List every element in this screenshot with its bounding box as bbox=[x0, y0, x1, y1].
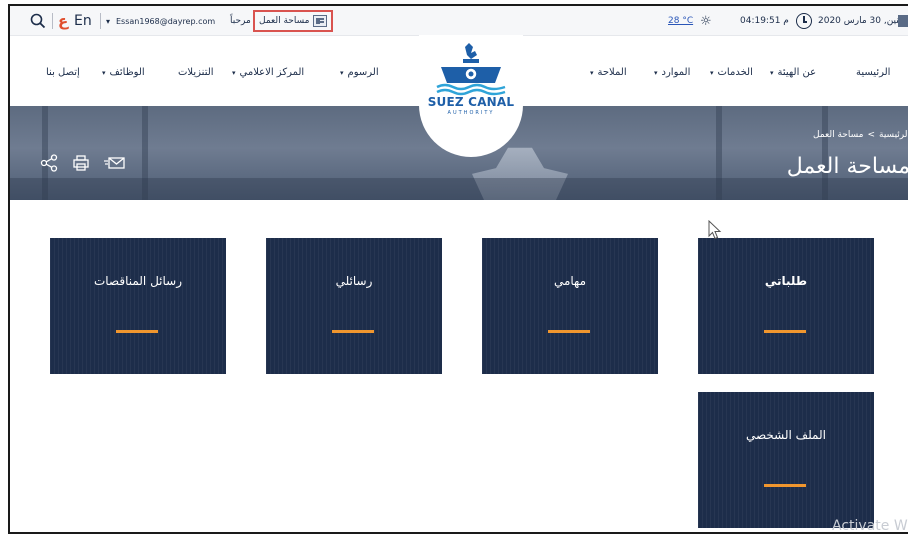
nav-item-jobs[interactable]: ▾ الوظائف bbox=[102, 67, 145, 78]
tile-accent-bar bbox=[116, 330, 158, 333]
nav-item-label: الملاحة bbox=[597, 67, 627, 78]
chevron-down-icon: ▾ bbox=[232, 68, 236, 77]
calendar-icon bbox=[898, 15, 908, 27]
chevron-down-icon: ▾ bbox=[654, 68, 658, 77]
tile-label: طلباتي bbox=[764, 274, 808, 288]
divider bbox=[52, 13, 53, 29]
page-tools bbox=[40, 154, 126, 175]
nav-item-about[interactable]: ▾ عن الهيئة bbox=[770, 67, 816, 78]
logo-text: SUEZ CANAL bbox=[427, 95, 515, 109]
logo-subtext: AUTHORITY bbox=[447, 110, 495, 116]
tile-label: رسائل المناقصات bbox=[93, 274, 183, 288]
language-english-link[interactable]: En bbox=[74, 6, 92, 36]
dashboard-icon bbox=[313, 15, 328, 27]
nav-item-label: عن الهيئة bbox=[777, 67, 817, 78]
nav-item-label: الوظائف bbox=[109, 67, 145, 78]
tile-accent-bar bbox=[548, 330, 590, 333]
workspace-link-label: مساحة العمل bbox=[259, 16, 310, 26]
nav-item-label: إتصل بنا bbox=[46, 67, 80, 78]
nav-item-navigation[interactable]: ▾ الملاحة bbox=[590, 67, 627, 78]
background-water bbox=[10, 178, 908, 200]
suez-canal-logo[interactable]: SUEZ CANAL AUTHORITY bbox=[419, 35, 523, 157]
os-activation-watermark: Activate W bbox=[832, 518, 908, 534]
nav-item-label: الموارد bbox=[661, 67, 691, 78]
user-menu-caret-icon[interactable]: ▾ bbox=[106, 6, 110, 36]
nav-item-label: الخدمات bbox=[717, 67, 753, 78]
current-date: الإثنين, 30 مارس 2020 bbox=[818, 16, 908, 26]
email-icon[interactable] bbox=[104, 155, 126, 174]
temperature-link[interactable]: 28 °C bbox=[668, 6, 693, 36]
user-email-link[interactable]: Essan1968@dayrep.com bbox=[116, 6, 215, 36]
tile-my-requests[interactable]: طلباتي bbox=[698, 238, 874, 374]
workspace-link[interactable]: مساحة العمل bbox=[253, 10, 334, 32]
nav-item-label: الرسوم bbox=[347, 67, 379, 78]
tile-label: الملف الشخصي bbox=[746, 428, 826, 442]
tile-accent-bar bbox=[764, 330, 806, 333]
search-icon[interactable] bbox=[28, 6, 48, 36]
nav-item-label: التنزيلات bbox=[178, 67, 214, 78]
greeting-text: مرحباً bbox=[230, 16, 251, 26]
nav-item-label: الرئيسية bbox=[856, 67, 891, 78]
nav-item-label: المركز الاعلامي bbox=[239, 67, 305, 78]
breadcrumb-current: مساحة العمل bbox=[813, 130, 864, 140]
tile-label: مهامي bbox=[553, 274, 587, 288]
chevron-down-icon: ▾ bbox=[770, 68, 774, 77]
breadcrumb-home-link[interactable]: الرئيسية bbox=[879, 130, 908, 140]
nav-item-fees[interactable]: ▾ الرسوم bbox=[340, 67, 379, 78]
print-icon[interactable] bbox=[72, 154, 90, 175]
breadcrumb-separator: > bbox=[867, 130, 875, 140]
chevron-down-icon: ▾ bbox=[340, 68, 344, 77]
current-time: م 04:19:51 bbox=[740, 16, 789, 26]
divider bbox=[100, 13, 101, 29]
mouse-cursor-icon bbox=[708, 220, 722, 240]
page-title: مساحة العمل bbox=[786, 154, 908, 179]
tile-label: رسائلي bbox=[335, 274, 373, 288]
main-navigation: إتصل بنا ▾ الوظائف التنزيلات ▾ المركز ال… bbox=[10, 35, 908, 157]
nav-item-contact[interactable]: إتصل بنا bbox=[46, 67, 80, 78]
tile-accent-bar bbox=[764, 484, 806, 487]
breadcrumb: الرئيسية > مساحة العمل bbox=[813, 130, 908, 140]
tile-my-tasks[interactable]: مهامي bbox=[482, 238, 658, 374]
share-icon[interactable] bbox=[40, 154, 58, 175]
chevron-down-icon: ▾ bbox=[102, 68, 106, 77]
nav-item-downloads[interactable]: التنزيلات bbox=[178, 67, 214, 78]
nav-item-resources[interactable]: ▾ الموارد bbox=[654, 67, 690, 78]
ship-emblem-icon bbox=[436, 43, 506, 96]
tile-accent-bar bbox=[332, 330, 374, 333]
nav-item-media-center[interactable]: ▾ المركز الاعلامي bbox=[232, 67, 304, 78]
browser-viewport: ع En ▾ Essan1968@dayrep.com مرحباً مساحة… bbox=[8, 4, 908, 534]
language-arabic-link[interactable]: ع bbox=[58, 6, 68, 36]
nav-item-services[interactable]: ▾ الخدمات bbox=[710, 67, 753, 78]
chevron-down-icon: ▾ bbox=[590, 68, 594, 77]
chevron-down-icon: ▾ bbox=[710, 68, 714, 77]
tile-tender-messages[interactable]: رسائل المناقصات bbox=[50, 238, 226, 374]
tile-my-messages[interactable]: رسائلي bbox=[266, 238, 442, 374]
top-utility-bar: ع En ▾ Essan1968@dayrep.com مرحباً مساحة… bbox=[10, 6, 908, 36]
sun-icon: ☼ bbox=[700, 13, 712, 29]
clock-icon bbox=[796, 13, 812, 29]
nav-item-home[interactable]: الرئيسية bbox=[856, 67, 890, 78]
tile-profile[interactable]: الملف الشخصي bbox=[698, 392, 874, 528]
